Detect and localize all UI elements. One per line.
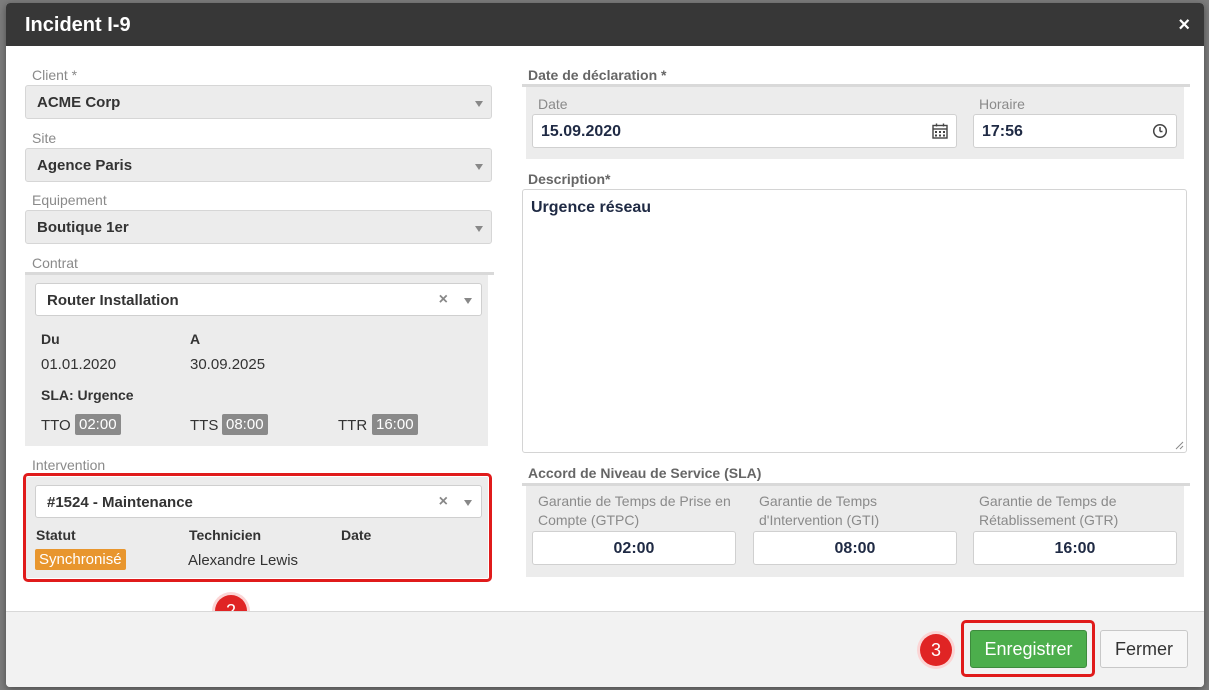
du-label: Du <box>41 331 60 347</box>
declaration-title: Date de déclaration * <box>528 67 667 83</box>
du-value: 01.01.2020 <box>41 356 117 373</box>
sla-name: SLA: Urgence <box>41 387 134 403</box>
horaire-value: 17:56 <box>982 123 1023 140</box>
highlight-intervention <box>23 473 492 582</box>
ttr-badge: 16:00 <box>372 414 418 435</box>
tto-label: TTO <box>41 417 71 434</box>
ttr-label: TTR <box>338 417 368 434</box>
client-label: Client * <box>32 67 78 83</box>
client-select[interactable]: ACME Corp <box>25 85 492 119</box>
contrat-panel: Router Installation × Du A 01.01.2020 30… <box>25 275 488 446</box>
clear-icon[interactable]: × <box>439 291 448 309</box>
sla-section-title: Accord de Niveau de Service (SLA) <box>528 465 762 481</box>
site-select[interactable]: Agence Paris <box>25 148 492 182</box>
resize-handle-icon[interactable] <box>1174 440 1184 450</box>
gtr-label: Garantie de Temps de Rétablissement (GTR) <box>979 493 1119 528</box>
save-button[interactable]: Enregistrer <box>970 630 1087 668</box>
contrat-select[interactable]: Router Installation × <box>35 283 482 316</box>
description-value: Urgence réseau <box>531 199 652 216</box>
gtpc-value: 02:00 <box>613 540 655 557</box>
step-3-marker: 3 <box>920 634 952 666</box>
equipement-select[interactable]: Boutique 1er <box>25 210 492 244</box>
intervention-label: Intervention <box>32 457 106 473</box>
site-value: Agence Paris <box>37 157 133 174</box>
chevron-down-icon <box>475 164 483 170</box>
gtr-value: 16:00 <box>1054 540 1096 557</box>
gtr-field[interactable]: 16:00 <box>973 531 1177 565</box>
date-value: 15.09.2020 <box>541 123 622 140</box>
gti-label: Garantie de Temps d'Intervention (GTI) <box>759 493 880 528</box>
date-label: Date <box>538 96 568 112</box>
gti-field[interactable]: 08:00 <box>753 531 957 565</box>
equipement-label: Equipement <box>32 192 107 208</box>
close-button[interactable]: Fermer <box>1100 630 1188 668</box>
chevron-down-icon <box>475 101 483 107</box>
tto-badge: 02:00 <box>75 414 121 435</box>
close-icon[interactable]: × <box>1178 14 1190 37</box>
declaration-panel: Date 15.09.2020 Horaire 17:56 <box>526 87 1184 159</box>
gtpc-field[interactable]: 02:00 <box>532 531 736 565</box>
tts-label: TTS <box>190 417 219 434</box>
sla-panel: Garantie de Temps de Prise en Compte (GTP… <box>526 486 1184 577</box>
modal-header: Incident I-9 × <box>6 3 1204 46</box>
equipement-value: Boutique 1er <box>37 219 129 236</box>
contrat-value: Router Installation <box>47 292 179 309</box>
horaire-label: Horaire <box>979 96 1025 112</box>
calendar-icon[interactable] <box>932 123 948 139</box>
chevron-down-icon <box>475 226 483 232</box>
incident-modal: Incident I-9 × Client * ACME Corp Site A… <box>6 3 1204 687</box>
date-input[interactable]: 15.09.2020 <box>532 114 957 148</box>
gti-value: 08:00 <box>834 540 876 557</box>
gtpc-label: Garantie de Temps de Prise en Compte (GTP… <box>538 493 731 528</box>
description-label: Description* <box>528 171 611 187</box>
modal-title: Incident I-9 <box>25 14 131 36</box>
client-value: ACME Corp <box>37 94 121 111</box>
a-value: 30.09.2025 <box>190 356 266 373</box>
contrat-label: Contrat <box>32 255 78 271</box>
tts-badge: 08:00 <box>222 414 268 435</box>
chevron-down-icon <box>464 298 472 304</box>
clock-icon[interactable] <box>1152 123 1168 139</box>
horaire-input[interactable]: 17:56 <box>973 114 1177 148</box>
site-label: Site <box>32 130 57 146</box>
a-label: A <box>190 331 201 347</box>
description-textarea[interactable]: Urgence réseau <box>522 189 1187 453</box>
